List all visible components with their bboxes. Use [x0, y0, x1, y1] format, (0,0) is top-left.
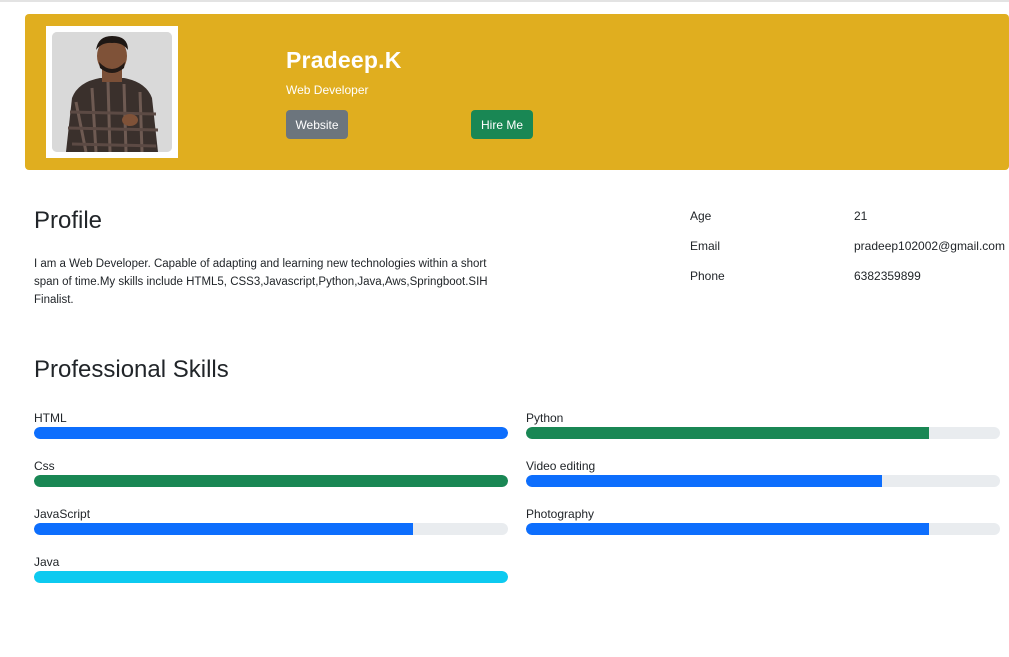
progress-bar: [526, 475, 1000, 487]
progress-bar: [526, 523, 1000, 535]
skill-label: Photography: [526, 507, 595, 521]
progress-fill: [526, 523, 929, 535]
skill-label: Css: [34, 459, 55, 473]
skill-label: HTML: [34, 411, 67, 425]
age-value: 21: [854, 209, 868, 223]
skill-java: Java: [34, 554, 508, 583]
profile-name: Pradeep.K: [286, 47, 402, 73]
profile-title: Profile: [34, 207, 103, 234]
progress-fill: [526, 427, 929, 439]
skills-title: Professional Skills: [34, 356, 229, 383]
progress-bar: [526, 427, 1000, 439]
progress-bar: [34, 571, 508, 583]
progress-fill: [34, 427, 508, 439]
skill-html: HTML: [34, 410, 508, 439]
skill-javascript: JavaScript: [34, 506, 508, 535]
phone-label: Phone: [690, 269, 725, 283]
age-label: Age: [690, 209, 712, 223]
skill-label: Python: [526, 411, 564, 425]
top-divider: [0, 0, 1009, 2]
skill-label: Java: [34, 555, 60, 569]
profile-role: Web Developer: [286, 83, 369, 97]
website-button[interactable]: Website: [286, 110, 348, 139]
hire-me-button[interactable]: Hire Me: [471, 110, 533, 139]
progress-fill: [34, 571, 508, 583]
profile-photo-frame: [46, 26, 178, 158]
profile-header: Pradeep.K Web Developer Website Hire Me: [25, 14, 1009, 170]
progress-bar: [34, 427, 508, 439]
profile-description: I am a Web Developer. Capable of adaptin…: [34, 258, 488, 306]
phone-value: 6382359899: [854, 269, 921, 283]
profile-photo: [52, 32, 172, 152]
skill-python: Python: [526, 410, 1000, 439]
skill-label: Video editing: [526, 459, 596, 473]
progress-bar: [34, 475, 508, 487]
progress-fill: [526, 475, 882, 487]
skill-video-editing: Video editing: [526, 458, 1000, 487]
progress-bar: [34, 523, 508, 535]
skill-label: JavaScript: [34, 507, 91, 521]
skill-photography: Photography: [526, 506, 1000, 535]
email-value: pradeep102002@gmail.com: [854, 239, 1005, 253]
email-label: Email: [690, 239, 721, 253]
progress-fill: [34, 523, 414, 535]
skill-css: Css: [34, 458, 508, 487]
progress-fill: [34, 475, 508, 487]
person-photo-icon: [52, 32, 172, 152]
